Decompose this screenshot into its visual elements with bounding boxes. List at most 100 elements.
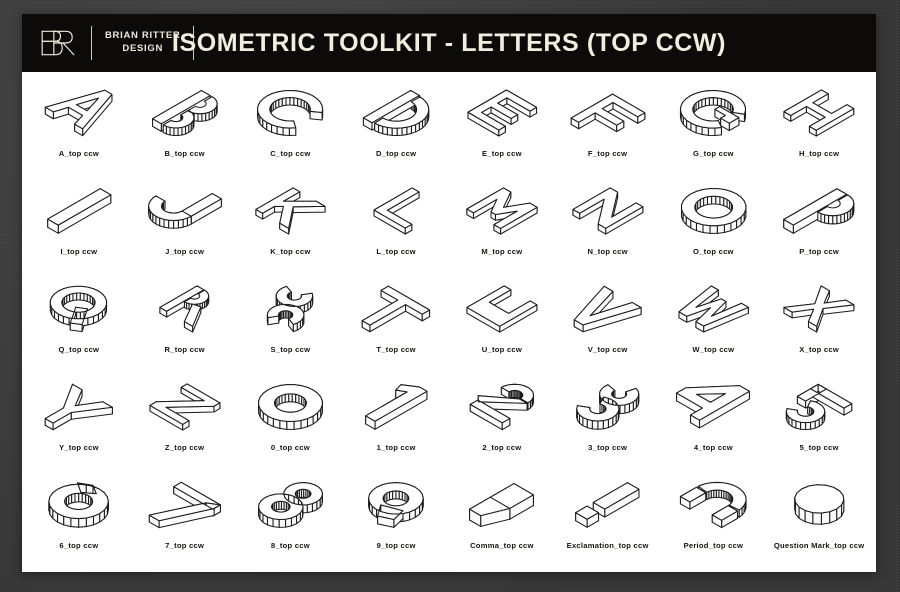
brand-divider-left — [91, 26, 92, 60]
iso-letter-t-icon — [350, 280, 442, 338]
glyph-cell[interactable]: Question Mark_top ccw — [766, 470, 872, 568]
iso-letter-c-icon — [244, 84, 336, 142]
brd-monogram-logo-icon — [41, 30, 75, 56]
iso-letter-q-icon — [33, 280, 125, 338]
glyph-label: R_top ccw — [164, 345, 205, 354]
glyph-cell[interactable]: 2_top ccw — [449, 372, 555, 470]
glyph-cell[interactable]: J_top ccw — [132, 176, 238, 274]
glyph-cell[interactable]: 9_top ccw — [343, 470, 449, 568]
glyph-cell[interactable]: U_top ccw — [449, 274, 555, 372]
glyph-label: T_top ccw — [376, 345, 416, 354]
glyph-label: W_top ccw — [692, 345, 735, 354]
glyph-cell[interactable]: I_top ccw — [26, 176, 132, 274]
glyph-cell[interactable]: H_top ccw — [766, 78, 872, 176]
glyph-label: 2_top ccw — [482, 443, 522, 452]
glyph-cell[interactable]: R_top ccw — [132, 274, 238, 372]
glyph-cell[interactable]: Z_top ccw — [132, 372, 238, 470]
glyph-label: 6_top ccw — [59, 541, 99, 550]
glyph-label: F_top ccw — [587, 149, 628, 158]
glyph-cell[interactable]: T_top ccw — [343, 274, 449, 372]
glyph-cell[interactable]: 8_top ccw — [238, 470, 344, 568]
glyph-label: C_top ccw — [270, 149, 311, 158]
glyph-label: V_top ccw — [587, 345, 628, 354]
glyph-cell[interactable]: 4_top ccw — [661, 372, 767, 470]
glyph-cell[interactable]: O_top ccw — [661, 176, 767, 274]
iso-digit-9-icon — [350, 476, 442, 534]
header-band: BRIAN RITTER DESIGN ISOMETRIC TOOLKIT - … — [22, 14, 876, 72]
glyph-cell[interactable]: X_top ccw — [766, 274, 872, 372]
glyph-cell[interactable]: B_top ccw — [132, 78, 238, 176]
glyph-label: 0_top ccw — [270, 443, 310, 452]
glyph-label: M_top ccw — [481, 247, 523, 256]
glyph-cell[interactable]: Period_top ccw — [661, 470, 767, 568]
glyph-label: S_top ccw — [270, 345, 311, 354]
iso-digit-3-icon — [562, 378, 654, 436]
iso-letter-p-icon — [773, 182, 865, 240]
glyph-label: 3_top ccw — [588, 443, 628, 452]
iso-digit-7-icon — [139, 476, 231, 534]
glyph-cell[interactable]: F_top ccw — [555, 78, 661, 176]
iso-digit-6-icon — [33, 476, 125, 534]
glyph-cell[interactable]: G_top ccw — [661, 78, 767, 176]
glyph-cell[interactable]: S_top ccw — [238, 274, 344, 372]
glyph-cell[interactable]: E_top ccw — [449, 78, 555, 176]
glyph-label: D_top ccw — [376, 149, 417, 158]
glyph-cell[interactable]: M_top ccw — [449, 176, 555, 274]
glyph-cell[interactable]: P_top ccw — [766, 176, 872, 274]
glyph-cell[interactable]: 1_top ccw — [343, 372, 449, 470]
iso-letter-u-icon — [456, 280, 548, 338]
glyph-cell[interactable]: 0_top ccw — [238, 372, 344, 470]
iso-letter-g-icon — [667, 84, 759, 142]
iso-letter-h-icon — [773, 84, 865, 142]
iso-digit-4-icon — [667, 378, 759, 436]
glyph-label: Comma_top ccw — [470, 541, 534, 550]
iso-digit-5-icon — [773, 378, 865, 436]
glyph-cell[interactable]: D_top ccw — [343, 78, 449, 176]
iso-digit-1-icon — [350, 378, 442, 436]
glyph-cell[interactable]: 7_top ccw — [132, 470, 238, 568]
glyph-cell[interactable]: 5_top ccw — [766, 372, 872, 470]
iso-letter-o-icon — [667, 182, 759, 240]
glyph-label: 5_top ccw — [799, 443, 839, 452]
glyph-cell[interactable]: Comma_top ccw — [449, 470, 555, 568]
glyph-label: Question Mark_top ccw — [773, 541, 865, 550]
glyph-label: H_top ccw — [799, 149, 840, 158]
iso-letter-m-icon — [456, 182, 548, 240]
glyph-label: Q_top ccw — [58, 345, 100, 354]
glyph-label: X_top ccw — [799, 345, 840, 354]
glyph-label: B_top ccw — [164, 149, 205, 158]
glyph-label: 7_top ccw — [165, 541, 205, 550]
iso-letter-s-icon — [244, 280, 336, 338]
glyph-cell[interactable]: Exclamation_top ccw — [555, 470, 661, 568]
glyph-label: J_top ccw — [165, 247, 205, 256]
glyph-cell[interactable]: L_top ccw — [343, 176, 449, 274]
iso-letter-r-icon — [139, 280, 231, 338]
glyph-cell[interactable]: Q_top ccw — [26, 274, 132, 372]
iso-digit-8-icon — [244, 476, 336, 534]
glyph-cell[interactable]: N_top ccw — [555, 176, 661, 274]
poster-page: BRIAN RITTER DESIGN ISOMETRIC TOOLKIT - … — [22, 14, 876, 572]
iso-letter-y-icon — [33, 378, 125, 436]
brand-block: BRIAN RITTER DESIGN — [22, 14, 207, 72]
glyph-label: P_top ccw — [799, 247, 840, 256]
iso-letter-n-icon — [562, 182, 654, 240]
iso-comma-icon — [456, 476, 548, 534]
glyph-cell[interactable]: C_top ccw — [238, 78, 344, 176]
glyph-cell[interactable]: Y_top ccw — [26, 372, 132, 470]
glyph-cell[interactable]: A_top ccw — [26, 78, 132, 176]
iso-letter-w-icon — [667, 280, 759, 338]
glyph-cell[interactable]: V_top ccw — [555, 274, 661, 372]
glyph-label: E_top ccw — [481, 149, 522, 158]
brand-divider-right — [193, 26, 195, 60]
glyph-label: N_top ccw — [587, 247, 628, 256]
glyph-cell[interactable]: W_top ccw — [661, 274, 767, 372]
glyph-cell[interactable]: K_top ccw — [238, 176, 344, 274]
glyph-label: 9_top ccw — [376, 541, 416, 550]
glyph-cell[interactable]: 6_top ccw — [26, 470, 132, 568]
glyph-label: I_top ccw — [60, 247, 98, 256]
iso-letter-k-icon — [244, 182, 336, 240]
glyph-cell[interactable]: 3_top ccw — [555, 372, 661, 470]
glyph-label: G_top ccw — [693, 149, 734, 158]
glyph-label: Period_top ccw — [683, 541, 744, 550]
glyph-label: 4_top ccw — [693, 443, 733, 452]
